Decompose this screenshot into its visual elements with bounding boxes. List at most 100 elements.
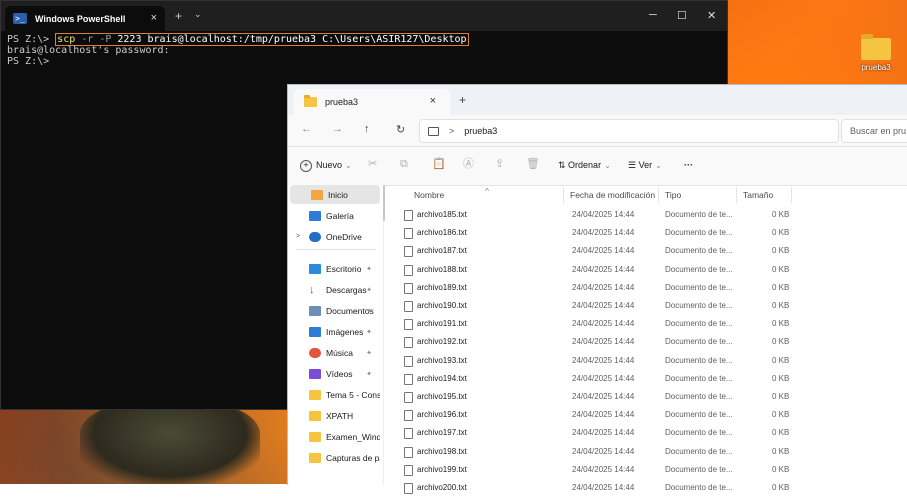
sidebar-item-documents[interactable]: Documentos ✦	[288, 301, 380, 320]
file-date: 24/04/2025 14:44	[572, 210, 635, 219]
table-row[interactable]: archivo199.txt 24/04/2025 14:44 Documento …	[396, 461, 907, 479]
file-type: Documento de te...	[665, 428, 733, 438]
breadcrumb-current[interactable]: prueba3	[464, 126, 497, 136]
pin-icon[interactable]: ✦	[366, 370, 372, 378]
file-explorer-window[interactable]: prueba3 × + ← → ↑ ↻ > prueba3 Buscar en …	[287, 84, 907, 494]
column-divider[interactable]	[658, 187, 659, 203]
music-icon	[309, 347, 321, 358]
up-arrow-icon[interactable]: ↑	[364, 123, 370, 135]
table-row[interactable]: archivo200.txt 24/04/2025 14:44 Documento …	[396, 479, 907, 497]
close-button[interactable]: ✕	[707, 9, 716, 22]
new-button[interactable]: + Nuevo ⌄	[300, 160, 352, 172]
powershell-titlebar[interactable]: >_ Windows PowerShell × + ⌄ ─ ☐ ✕	[1, 1, 727, 31]
pin-icon[interactable]: ✦	[366, 286, 372, 294]
file-type: Documento de te...	[665, 319, 733, 329]
column-header-size[interactable]: Tamaño	[743, 190, 773, 200]
column-divider[interactable]	[736, 187, 737, 203]
column-header-type[interactable]: Tipo	[665, 190, 681, 200]
sort-button[interactable]: ⇅ Ordenar ⌄	[558, 160, 611, 171]
explorer-command-bar: + Nuevo ⌄ ✂ ⧉ 📋 Ⓐ ⇪ 🗑 ⇅ Ordenar ⌄ ☰ Ver ⌄ ··…	[288, 147, 907, 186]
table-row[interactable]: archivo198.txt 24/04/2025 14:44 Documento …	[396, 443, 907, 461]
explorer-tab-title: prueba3	[325, 97, 359, 107]
column-header-date[interactable]: Fecha de modificación	[570, 190, 655, 200]
terminal-output[interactable]: PS Z:\> scp -r -P 2223 brais@localhost:/…	[1, 31, 727, 70]
sidebar-item-folder[interactable]: Tema 5 - Consul	[288, 385, 380, 404]
file-date: 24/04/2025 14:44	[572, 355, 635, 365]
copy-icon[interactable]: ⧉	[400, 159, 411, 170]
sidebar-item-downloads[interactable]: ↓ Descargas ✦	[288, 280, 380, 299]
column-divider[interactable]	[791, 187, 792, 203]
sidebar-item-label: Examen_Windo	[326, 431, 380, 442]
sidebar-item-onedrive[interactable]: > OneDrive	[288, 227, 380, 246]
view-button[interactable]: ☰ Ver ⌄	[628, 160, 662, 171]
text-file-icon	[404, 483, 413, 494]
column-divider[interactable]	[563, 187, 564, 203]
pin-icon[interactable]: ✦	[366, 349, 372, 357]
table-row[interactable]: archivo187.txt 24/04/2025 14:44 Documento …	[396, 242, 907, 260]
more-options-button[interactable]: ···	[684, 160, 693, 170]
table-row[interactable]: archivo196.txt 24/04/2025 14:44 Documento …	[396, 406, 907, 424]
address-input[interactable]: > prueba3	[419, 119, 839, 143]
powershell-tab-close-icon[interactable]: ×	[151, 12, 157, 24]
refresh-icon[interactable]: ↻	[396, 123, 405, 136]
delete-icon[interactable]: 🗑	[526, 159, 540, 170]
column-header-name[interactable]: Nombre	[414, 190, 444, 200]
file-size: 0 KB	[772, 464, 790, 474]
sidebar-item-music[interactable]: Música ✦	[288, 343, 380, 362]
sidebar-item-desktop[interactable]: Escritorio ✦	[288, 259, 380, 278]
pin-icon[interactable]: ✦	[366, 265, 372, 273]
back-arrow-icon[interactable]: ←	[301, 123, 312, 135]
sidebar-item-images[interactable]: Imágenes ✦	[288, 322, 380, 341]
cut-icon[interactable]: ✂	[368, 159, 379, 170]
expand-chevron-icon[interactable]: >	[296, 233, 300, 240]
explorer-address-bar: ← → ↑ ↻ > prueba3 Buscar en pru	[288, 115, 907, 147]
paste-icon[interactable]: 📋	[432, 159, 446, 170]
powershell-dropdown-icon[interactable]: ⌄	[194, 9, 202, 20]
sidebar-item-folder[interactable]: Examen_Windo	[288, 427, 380, 446]
pin-icon[interactable]: ✦	[366, 328, 372, 336]
sidebar-item-folder[interactable]: Capturas de par	[288, 448, 380, 467]
sidebar-item-label: Galería	[326, 210, 354, 221]
table-row[interactable]: archivo189.txt 24/04/2025 14:44 Documento …	[396, 279, 907, 297]
table-row[interactable]: archivo185.txt 24/04/2025 14:44 Documento …	[396, 206, 907, 224]
maximize-button[interactable]: ☐	[677, 9, 687, 22]
forward-arrow-icon[interactable]: →	[332, 123, 343, 135]
table-row[interactable]: archivo191.txt 24/04/2025 14:44 Documento …	[396, 315, 907, 333]
sidebar-item-gallery[interactable]: Galería	[288, 206, 380, 225]
table-row[interactable]: archivo195.txt 24/04/2025 14:44 Documento …	[396, 388, 907, 406]
pin-icon[interactable]: ✦	[366, 307, 372, 315]
minimize-button[interactable]: ─	[649, 9, 657, 21]
sidebar-scrollbar[interactable]	[383, 185, 386, 485]
file-name: archivo197.txt	[417, 428, 467, 438]
desktop-folder-prueba3[interactable]: prueba3	[858, 34, 894, 72]
rename-icon[interactable]: Ⓐ	[463, 159, 474, 170]
sidebar-item-folder[interactable]: XPATH	[288, 406, 380, 425]
search-input[interactable]: Buscar en pru	[841, 119, 907, 143]
scrollbar-thumb[interactable]	[383, 185, 385, 221]
explorer-tab-bar[interactable]: prueba3 × +	[288, 85, 907, 115]
explorer-tab[interactable]: prueba3 ×	[294, 89, 450, 115]
new-button-label: Nuevo	[316, 160, 343, 170]
powershell-new-tab-button[interactable]: +	[175, 9, 182, 23]
table-row[interactable]: archivo190.txt 24/04/2025 14:44 Documento …	[396, 297, 907, 315]
share-icon[interactable]: ⇪	[495, 159, 506, 170]
file-date: 24/04/2025 14:44	[572, 228, 635, 238]
powershell-tab[interactable]: >_ Windows PowerShell ×	[5, 6, 165, 31]
text-file-icon	[404, 210, 413, 221]
explorer-new-tab-button[interactable]: +	[459, 93, 466, 107]
table-row[interactable]: archivo186.txt 24/04/2025 14:44 Documento …	[396, 224, 907, 242]
sidebar-item-videos[interactable]: Vídeos ✦	[288, 364, 380, 383]
explorer-tab-close-icon[interactable]: ×	[430, 95, 436, 107]
file-type: Documento de te...	[665, 355, 733, 365]
table-row[interactable]: archivo188.txt 24/04/2025 14:44 Documento …	[396, 261, 907, 279]
table-row[interactable]: archivo193.txt 24/04/2025 14:44 Documento …	[396, 352, 907, 370]
home-icon	[311, 189, 323, 200]
table-row[interactable]: archivo194.txt 24/04/2025 14:44 Documento …	[396, 370, 907, 388]
table-row[interactable]: archivo197.txt 24/04/2025 14:44 Documento …	[396, 424, 907, 442]
file-size: 0 KB	[772, 410, 790, 420]
file-type: Documento de te...	[665, 264, 733, 274]
table-row[interactable]: archivo192.txt 24/04/2025 14:44 Documento …	[396, 333, 907, 351]
breadcrumb-separator[interactable]: >	[449, 126, 454, 136]
sidebar-item-home[interactable]: Inicio	[290, 185, 380, 204]
text-file-icon	[404, 301, 413, 312]
